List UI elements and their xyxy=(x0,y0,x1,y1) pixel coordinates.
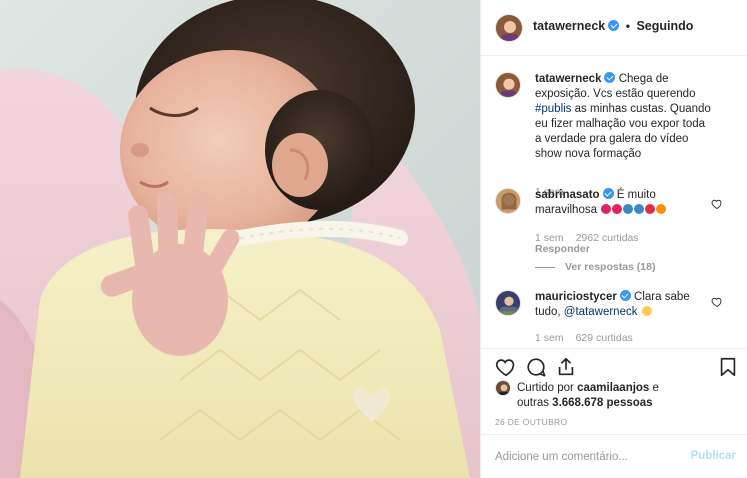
comment-like-heart-icon[interactable] xyxy=(711,198,723,210)
rose-emoji-icon xyxy=(645,204,656,214)
blue-heart-emoji-icon xyxy=(623,204,634,214)
add-comment-bar: Publicar xyxy=(481,434,747,478)
caption: tatawerneck Chega de exposição. Vcs estã… xyxy=(495,72,735,198)
header-user-line: tatawerneck • Seguindo xyxy=(533,19,693,33)
author-avatar[interactable] xyxy=(495,14,523,42)
verified-badge-icon xyxy=(619,290,631,301)
comment-username[interactable]: mauriciostycer xyxy=(535,291,617,303)
verified-badge-icon xyxy=(602,188,614,199)
comment-likes[interactable]: 629 curtidas xyxy=(576,332,633,344)
liker-username[interactable]: caamilaanjos xyxy=(577,382,649,394)
comment-input[interactable] xyxy=(495,448,685,466)
comment-meta: 1 sem 629 curtidas xyxy=(535,332,645,344)
divider xyxy=(535,266,555,268)
comment-time[interactable]: 1 sem xyxy=(535,332,564,344)
post-media[interactable] xyxy=(0,0,480,478)
view-replies-button[interactable]: Ver respostas (18) xyxy=(535,261,655,273)
likes-count[interactable]: 3.668.678 pessoas xyxy=(552,397,652,409)
likes-others-prefix: outras xyxy=(517,397,553,409)
comment-item: sabrinasato É muito maravilhosa 1 sem 296… xyxy=(495,188,735,278)
caption-avatar[interactable] xyxy=(495,72,521,98)
comment-text: mauriciostycer Clara sabe tudo, @tatawer… xyxy=(535,290,711,320)
like-heart-icon[interactable] xyxy=(495,356,517,378)
comment-item: mauriciostycer Clara sabe tudo, @tatawer… xyxy=(495,290,735,348)
save-bookmark-icon[interactable] xyxy=(717,356,739,378)
author-username[interactable]: tatawerneck xyxy=(533,19,605,33)
heart-eyes-emoji-icon xyxy=(656,204,667,214)
following-button[interactable]: Seguindo xyxy=(636,19,693,33)
caption-text: tatawerneck Chega de exposição. Vcs estã… xyxy=(535,72,711,162)
liked-by-prefix: Curtido por xyxy=(517,382,578,394)
share-icon[interactable] xyxy=(555,356,577,378)
comment-avatar[interactable] xyxy=(495,188,521,214)
heart-emoji-icon xyxy=(601,204,612,214)
likes-and: e xyxy=(649,382,659,394)
comment-mention[interactable]: @tatawerneck xyxy=(564,306,638,318)
post-header: tatawerneck • Seguindo xyxy=(481,0,747,56)
comment-like-heart-icon[interactable] xyxy=(711,296,723,308)
caption-username[interactable]: tatawerneck xyxy=(535,73,601,85)
caption-hashtag[interactable]: #publis xyxy=(535,103,571,115)
liker-avatar[interactable] xyxy=(495,380,511,396)
comment-avatar[interactable] xyxy=(495,290,521,316)
reply-button[interactable]: Responder xyxy=(535,243,590,255)
comment-text: sabrinasato É muito maravilhosa xyxy=(535,188,711,218)
post-side-panel: tatawerneck • Seguindo tatawerneck Chega… xyxy=(480,0,747,478)
likes-text: Curtido por caamilaanjos e outras 3.668.… xyxy=(517,381,659,411)
likes-summary: Curtido por caamilaanjos e outras 3.668.… xyxy=(495,378,735,412)
baby-photo xyxy=(0,0,480,478)
verified-badge-icon xyxy=(604,72,616,83)
publish-button[interactable]: Publicar xyxy=(691,450,736,462)
blue-heart-emoji-icon xyxy=(634,204,645,214)
laughing-emoji-icon xyxy=(641,306,652,316)
view-replies-label: Ver respostas (18) xyxy=(565,261,656,273)
post-date[interactable]: 26 DE OUTUBRO xyxy=(495,417,567,427)
heart-emoji-icon xyxy=(612,204,623,214)
separator-dot: • xyxy=(625,19,630,33)
comment-username[interactable]: sabrinasato xyxy=(535,189,600,201)
comment-bubble-icon[interactable] xyxy=(525,356,547,378)
comments-list[interactable]: tatawerneck Chega de exposição. Vcs estã… xyxy=(481,56,747,348)
verified-badge-icon xyxy=(608,20,620,31)
